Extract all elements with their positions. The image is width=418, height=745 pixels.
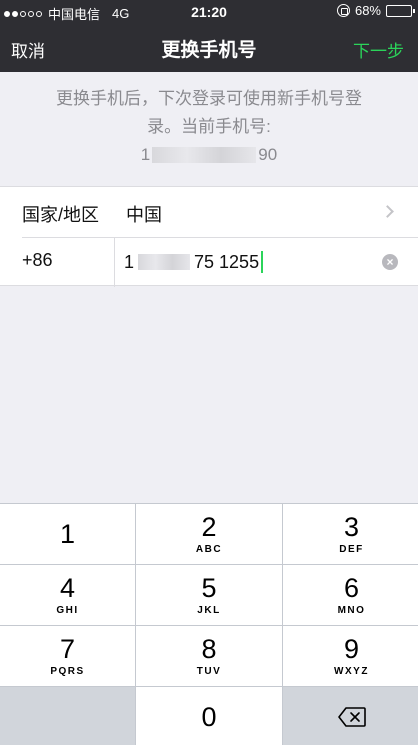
nav-bar: 取消 更换手机号 下一步 bbox=[0, 24, 418, 72]
battery-icon bbox=[386, 4, 415, 17]
key-7[interactable]: 7 PQRS bbox=[0, 626, 135, 686]
key-3[interactable]: 3 DEF bbox=[283, 504, 418, 564]
phone-input[interactable]: 1 75 1255 bbox=[124, 247, 374, 277]
chevron-right-icon bbox=[381, 205, 394, 218]
key-6[interactable]: 6 MNO bbox=[283, 565, 418, 625]
key-blank bbox=[0, 687, 135, 745]
hint-line-2: 录。当前手机号: bbox=[147, 117, 271, 136]
numeric-keypad: 1 2 ABC 3 DEF 4 GHI 5 JKL 6 MNO 7 PQRS 8 TUV 9W… bbox=[0, 503, 418, 745]
region-row[interactable]: 国家/地区 中国 bbox=[0, 187, 418, 237]
country-code[interactable]: +86 bbox=[22, 250, 53, 271]
key-4[interactable]: 4 GHI bbox=[0, 565, 135, 625]
divider bbox=[114, 238, 115, 287]
current-phone: 1 90 bbox=[141, 141, 277, 169]
phone-form: 国家/地区 中国 +86 1 75 1255 × bbox=[0, 186, 418, 287]
hint-line-1: 更换手机后，下次登录可使用新手机号登 bbox=[56, 89, 362, 108]
status-right: 68% bbox=[336, 3, 415, 18]
rotation-lock-icon bbox=[336, 4, 350, 17]
backspace-icon bbox=[337, 707, 366, 727]
region-value: 中国 bbox=[126, 205, 162, 225]
masked-digits bbox=[152, 147, 257, 163]
key-8[interactable]: 8 TUV bbox=[136, 626, 282, 686]
phone-suffix: 75 1255 bbox=[194, 251, 260, 272]
current-phone-suffix: 90 bbox=[258, 145, 278, 164]
status-bar: 中国电信 4G 21:20 68% bbox=[0, 0, 418, 24]
key-2[interactable]: 2 ABC bbox=[136, 504, 282, 564]
phone-prefix: 1 bbox=[124, 251, 135, 272]
hint-text: 更换手机后，下次登录可使用新手机号登 录。当前手机号: 1 90 bbox=[0, 85, 418, 169]
battery-percent: 68% bbox=[354, 3, 381, 18]
key-1[interactable]: 1 bbox=[0, 504, 135, 564]
clear-icon[interactable]: × bbox=[382, 254, 398, 270]
key-5[interactable]: 5 JKL bbox=[136, 565, 282, 625]
phone-row: +86 1 75 1255 × bbox=[0, 238, 418, 287]
backspace-key[interactable] bbox=[283, 687, 418, 745]
next-button[interactable]: 下一步 bbox=[353, 37, 404, 62]
masked-digits bbox=[138, 254, 191, 270]
text-caret bbox=[261, 251, 264, 273]
current-phone-prefix: 1 bbox=[140, 145, 151, 164]
key-9[interactable]: 9 WXYZ bbox=[283, 626, 418, 686]
cancel-button[interactable]: 取消 bbox=[11, 37, 45, 62]
key-0[interactable]: 0 bbox=[136, 687, 282, 745]
region-label: 国家/地区 bbox=[22, 205, 100, 225]
